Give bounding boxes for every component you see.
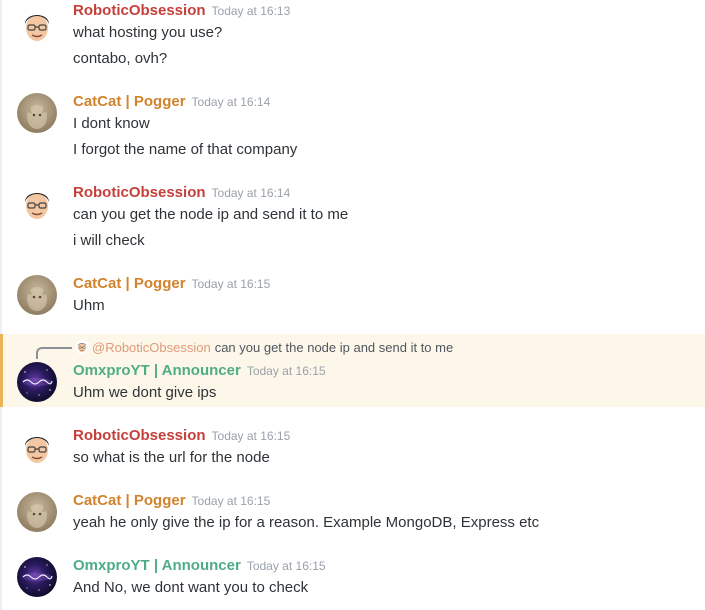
message-text: Uhm [73,297,105,314]
reply-spine [36,347,72,359]
username[interactable]: CatCat | Pogger [73,275,186,292]
timestamp[interactable]: Today at 16:15 [192,277,271,291]
message-text: I forgot the name of that company [73,141,298,158]
message-text: what hosting you use? [73,24,223,41]
username[interactable]: CatCat | Pogger [73,492,186,509]
username[interactable]: CatCat | Pogger [73,93,186,110]
timestamp[interactable]: Today at 16:15 [247,559,326,573]
username[interactable]: OmxproYT | Announcer [73,557,241,574]
message-text: can you get the node ip and send it to m… [73,206,349,223]
reply-mention[interactable]: @RoboticObsession [92,340,211,355]
message-text: yeah he only give the ip for a reason. E… [73,514,540,531]
message-text: so what is the url for the node [73,449,270,466]
galaxy-logo-avatar-icon[interactable] [17,557,57,597]
cartoon-man-avatar-icon[interactable] [17,428,57,468]
timestamp[interactable]: Today at 16:15 [212,429,291,443]
message-header: RoboticObsession Today at 16:14 [73,184,290,204]
message-header: CatCat | Pogger Today at 16:14 [73,93,270,113]
timestamp[interactable]: Today at 16:15 [247,364,326,378]
message-header: CatCat | Pogger Today at 16:15 [73,275,270,295]
mention-highlight-bar [0,334,3,407]
message-text: i will check [73,232,145,249]
message-text: Uhm we dont give ips [73,384,217,401]
message-header: RoboticObsession Today at 16:15 [73,427,290,447]
reply-preview-text[interactable]: can you get the node ip and send it to m… [215,340,454,355]
timestamp[interactable]: Today at 16:15 [192,494,271,508]
cartoon-man-avatar-icon[interactable] [17,6,57,46]
reply-reference[interactable]: @RoboticObsession can you get the node ip… [75,340,453,356]
cartoon-man-avatar-icon [75,340,89,354]
message-text: I dont know [73,115,150,132]
cat-photo-avatar-icon[interactable] [17,492,57,532]
cat-photo-avatar-icon[interactable] [17,93,57,133]
username[interactable]: RoboticObsession [73,184,206,201]
message-header: OmxproYT | Announcer Today at 16:15 [73,557,326,577]
chat-left-border [0,0,2,610]
cat-photo-avatar-icon[interactable] [17,275,57,315]
username[interactable]: RoboticObsession [73,2,206,19]
message-text: And No, we dont want you to check [73,579,309,596]
message-header: RoboticObsession Today at 16:13 [73,2,290,22]
message-text: contabo, ovh? [73,50,168,67]
username[interactable]: OmxproYT | Announcer [73,362,241,379]
message-header: OmxproYT | Announcer Today at 16:15 [73,362,326,382]
timestamp[interactable]: Today at 16:14 [212,186,291,200]
timestamp[interactable]: Today at 16:14 [192,95,271,109]
username[interactable]: RoboticObsession [73,427,206,444]
message-header: CatCat | Pogger Today at 16:15 [73,492,270,512]
galaxy-logo-avatar-icon[interactable] [17,362,57,402]
timestamp[interactable]: Today at 16:13 [212,4,291,18]
cartoon-man-avatar-icon[interactable] [17,184,57,224]
